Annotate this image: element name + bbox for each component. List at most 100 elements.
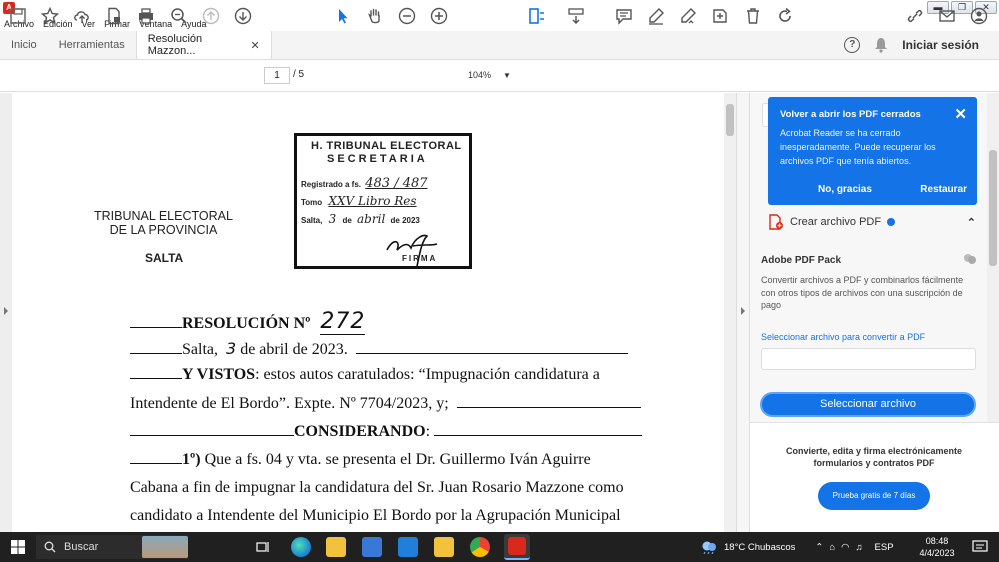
court-line2: DE LA PROVINCIA: [109, 223, 218, 237]
convert-file-link[interactable]: Seleccionar archivo para convertir a PDF: [761, 332, 925, 342]
scroll-mode-icon[interactable]: [567, 7, 585, 25]
notifications-icon[interactable]: [972, 540, 988, 554]
file-lock-icon[interactable]: [105, 7, 123, 25]
left-panel-toggle[interactable]: [0, 93, 12, 532]
clock-date: 4/4/2023: [919, 548, 955, 558]
language-indicator[interactable]: ESP: [875, 542, 894, 553]
stamp-tomo-label: Tomo: [301, 198, 323, 207]
create-pdf-icon: [769, 214, 783, 230]
chevron-up-icon[interactable]: ⌃: [815, 542, 823, 553]
considerando-label: CONSIDERANDO: [294, 423, 426, 440]
restore-files-button[interactable]: Restaurar: [920, 184, 967, 195]
stamp-firma: FIRMA: [402, 254, 438, 263]
document-scrollbar[interactable]: [724, 93, 736, 532]
zoom-in-icon[interactable]: [430, 7, 448, 25]
page-fit-icon[interactable]: [528, 7, 546, 25]
network-icon[interactable]: ⌂: [829, 542, 835, 553]
volume-icon[interactable]: ♫: [855, 542, 862, 553]
wifi-icon[interactable]: ◠: [841, 542, 849, 553]
document-scroll-thumb[interactable]: [726, 104, 734, 136]
email-icon[interactable]: [938, 7, 956, 25]
system-tray: 18°C Chubascos ⌃ ⌂ ◠ ♫ ESP: [700, 532, 894, 562]
vistos-label: Y VISTOS: [182, 366, 256, 383]
pack-cloud-icon: [964, 254, 976, 264]
stamp-subtitle: SECRETARIA: [327, 153, 428, 165]
pdf-document-view[interactable]: H. TRIBUNAL ELECTORAL SECRETARIA Registr…: [12, 93, 724, 532]
taskbar-search[interactable]: Buscar: [36, 535, 188, 559]
resolution-label: RESOLUCIÓN Nº: [182, 315, 311, 332]
vistos-line: Y VISTOS: estos autos caratulados: “Impu…: [130, 366, 600, 384]
highlight-pen-icon[interactable]: [647, 7, 665, 25]
trash-icon[interactable]: [744, 7, 762, 25]
vistos-text: : estos autos caratulados: “Impugnación …: [255, 366, 600, 383]
print-icon[interactable]: [137, 7, 155, 25]
tab-bar: Inicio Herramientas Resolución Mazzon...…: [0, 31, 999, 60]
info-dot-icon: [887, 218, 896, 226]
stamp-salta-de: de: [342, 216, 352, 225]
zoom-level-dropdown[interactable]: 104% ▼: [462, 67, 512, 84]
bell-icon[interactable]: [874, 37, 888, 53]
acrobat-taskbar-button[interactable]: [504, 534, 530, 560]
court-line1: TRIBUNAL ELECTORAL: [94, 209, 233, 223]
considerando-line: CONSIDERANDO:: [130, 423, 643, 441]
stamp-salta-day: 3: [328, 212, 337, 226]
tab-tools[interactable]: Herramientas: [48, 31, 136, 59]
pack-description: Convertir archivos a PDF y combinarlos f…: [761, 275, 964, 310]
tab-document[interactable]: Resolución Mazzon... ✕: [135, 31, 272, 59]
zoom-search-icon[interactable]: [170, 7, 188, 25]
winrar-icon[interactable]: [434, 537, 454, 557]
select-cursor-icon[interactable]: [334, 7, 352, 25]
date-post: de abril de 2023.: [240, 341, 348, 358]
task-view-icon[interactable]: [256, 540, 270, 554]
zoom-out-icon[interactable]: [398, 7, 416, 25]
page-up-icon[interactable]: [202, 7, 220, 25]
stamp-tomo-value: XXV Libro Res: [328, 194, 417, 208]
stamp-tool-icon[interactable]: [711, 7, 729, 25]
star-icon[interactable]: [41, 7, 59, 25]
microsoft-store-icon[interactable]: [362, 537, 382, 557]
stamp-salta-month: abril: [357, 212, 386, 226]
comment-icon[interactable]: [615, 7, 633, 25]
taskbar-search-label: Buscar: [64, 541, 99, 553]
mail-icon[interactable]: [398, 537, 418, 557]
stamp-salta-year: de 2023: [390, 216, 420, 225]
notification-title: Volver a abrir los PDF cerrados: [780, 109, 921, 120]
right-panel-toggle[interactable]: [736, 93, 750, 532]
link-share-icon[interactable]: [906, 7, 924, 25]
save-icon[interactable]: [9, 7, 27, 25]
paragraph-1-line1: 1º) Que a fs. 04 y vta. se presenta el D…: [130, 451, 591, 469]
chevron-up-icon[interactable]: ⌃: [967, 216, 976, 229]
weather-cloud-icon: [702, 541, 716, 554]
convert-file-input[interactable]: [761, 348, 976, 370]
select-file-button[interactable]: Seleccionar archivo: [760, 392, 976, 417]
paragraph-1-number: 1º): [182, 451, 201, 468]
file-explorer-icon[interactable]: [326, 537, 346, 557]
panel-scroll-thumb[interactable]: [989, 150, 997, 266]
sign-in-link[interactable]: Iniciar sesión: [902, 38, 979, 52]
windows-start-icon[interactable]: [11, 540, 25, 554]
tab-close-icon[interactable]: ✕: [251, 39, 260, 52]
edge-browser-icon[interactable]: [291, 537, 311, 557]
free-trial-button[interactable]: Prueba gratis de 7 días: [818, 482, 930, 510]
court-line3: SALTA: [145, 251, 184, 265]
weather-text[interactable]: 18°C Chubascos: [724, 542, 795, 553]
chrome-icon[interactable]: [470, 537, 490, 557]
help-icon[interactable]: ?: [844, 37, 861, 53]
hand-tool-icon[interactable]: [366, 7, 384, 25]
zoom-value: 104%: [468, 70, 492, 80]
notification-body: Acrobat Reader se ha cerrado inesperadam…: [780, 128, 936, 166]
create-pdf-header[interactable]: Crear archivo PDF ⌃: [768, 212, 976, 232]
tab-home[interactable]: Inicio: [0, 31, 48, 59]
date-line: Salta, 3 de abril de 2023.: [130, 339, 628, 359]
share-user-icon[interactable]: [970, 7, 988, 25]
sign-pen-icon[interactable]: [679, 7, 697, 25]
clock[interactable]: 08:48 4/4/2023: [917, 535, 957, 559]
page-number-input[interactable]: 1: [264, 67, 290, 84]
page-down-icon[interactable]: [234, 7, 252, 25]
notification-close-icon[interactable]: ✕: [954, 105, 967, 123]
rotate-icon[interactable]: [776, 7, 794, 25]
no-thanks-button[interactable]: No, gracias: [818, 184, 872, 195]
stamp-tomo: Tomo XXV Libro Res: [301, 194, 417, 208]
upload-cloud-icon[interactable]: [73, 7, 91, 25]
stamp-registrado-value: 483 / 487: [365, 176, 428, 191]
